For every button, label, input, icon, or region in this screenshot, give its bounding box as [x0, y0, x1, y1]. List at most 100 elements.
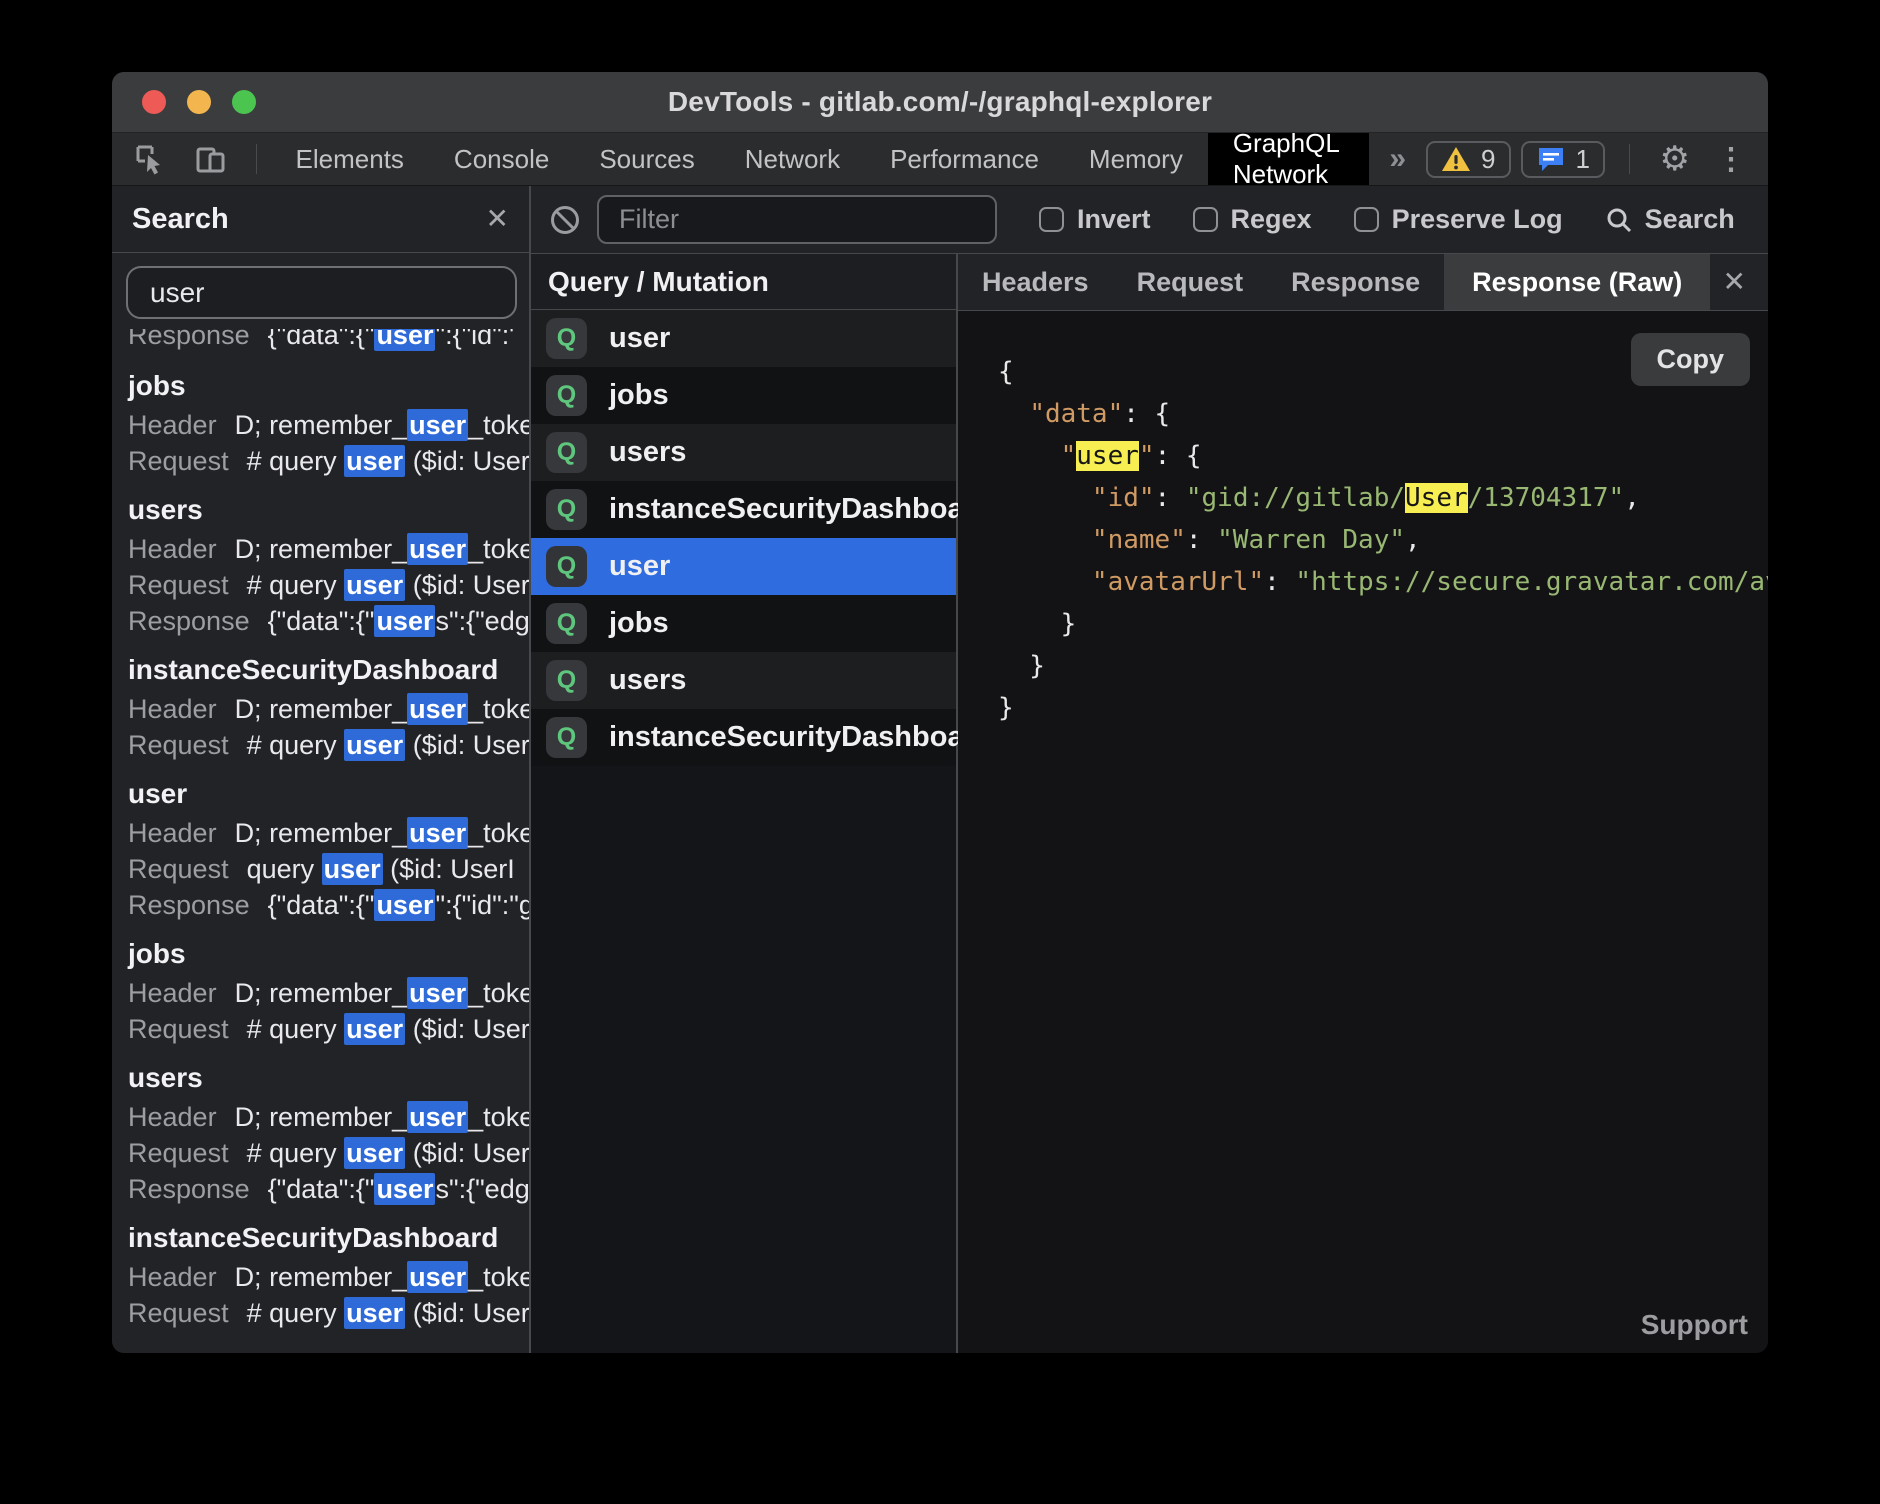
tab-response-raw[interactable]: Response (Raw): [1444, 254, 1710, 310]
more-tabs-button[interactable]: »: [1369, 133, 1426, 185]
tab-network[interactable]: Network: [720, 133, 865, 185]
device-toolbar-button[interactable]: [180, 133, 242, 185]
result-line-label: Request: [128, 1014, 229, 1044]
checkbox-box[interactable]: [1039, 207, 1064, 232]
result-line-request[interactable]: Request# query user ($id: UserI: [128, 1295, 513, 1331]
search-result-group[interactable]: jobsHeaderD; remember_user_token=eReques…: [128, 937, 513, 1047]
details-tabs: HeadersRequestResponse: [958, 254, 1444, 310]
result-line-request[interactable]: Request# query user ($id: UserI: [128, 1135, 513, 1171]
devtools-tab-strip: ElementsConsoleSourcesNetworkPerformance…: [112, 133, 1768, 186]
json-token: [998, 567, 1092, 597]
messages-badge[interactable]: 1: [1521, 141, 1605, 178]
copy-button[interactable]: Copy: [1631, 333, 1751, 386]
highlighted-match: user: [344, 1137, 405, 1169]
tab-response[interactable]: Response: [1267, 254, 1444, 310]
result-line-response[interactable]: Response{"data":{"users":{"edges: [128, 1171, 513, 1207]
network-toolbar: Invert Regex Preserve Log Search: [531, 186, 1768, 254]
tab-headers[interactable]: Headers: [958, 254, 1113, 310]
query-type-badge: Q: [546, 489, 587, 530]
search-result-group[interactable]: instanceSecurityDashboardHeaderD; rememb…: [128, 1221, 513, 1331]
clear-requests-button[interactable]: [549, 204, 581, 236]
search-result-group[interactable]: instanceSecurityDashboardHeaderD; rememb…: [128, 653, 513, 763]
json-token: : {: [1123, 399, 1170, 429]
inspect-element-button[interactable]: [112, 133, 180, 185]
tab-memory[interactable]: Memory: [1064, 133, 1208, 185]
result-text: _token=e: [468, 1102, 529, 1132]
result-line-header[interactable]: HeaderD; remember_user_token=e: [128, 815, 513, 851]
json-token: [998, 441, 1061, 471]
result-line-response[interactable]: Response{"data":{"user":{"id":"gid: [128, 329, 513, 353]
checkbox-preserve-log[interactable]: Preserve Log: [1354, 204, 1563, 235]
tab-sources[interactable]: Sources: [574, 133, 719, 185]
json-token: }: [998, 609, 1076, 639]
search-result-group[interactable]: jobsHeaderD; remember_user_token=eReques…: [128, 369, 513, 479]
search-input[interactable]: [126, 266, 517, 319]
highlighted-match: user: [374, 1173, 435, 1205]
json-token: "Warren Day": [1217, 525, 1405, 555]
checkbox-box[interactable]: [1193, 207, 1218, 232]
search-result-group[interactable]: user HeaderD; remember_user_token=eReques…: [128, 777, 513, 923]
zoom-window-button[interactable]: [232, 90, 256, 114]
query-row-users[interactable]: Qusers: [531, 424, 956, 481]
json-token: [998, 483, 1092, 513]
close-search-panel-icon[interactable]: ✕: [486, 205, 509, 233]
search-panel: Search ✕ Response{"data":{"user":{"id":"…: [112, 186, 531, 1353]
minimize-window-button[interactable]: [187, 90, 211, 114]
result-line-response[interactable]: Response{"data":{"users":{"edges: [128, 603, 513, 639]
json-token: :: [1186, 525, 1217, 555]
result-line-request[interactable]: Request# query user ($id: UserI: [128, 443, 513, 479]
result-text: ":{"id":"gid: [435, 890, 529, 920]
tab-graphql-network[interactable]: GraphQL Network: [1208, 133, 1370, 185]
toolbar-checkboxes: Invert Regex Preserve Log: [997, 204, 1563, 235]
warnings-badge[interactable]: 9: [1426, 141, 1510, 178]
query-row-user[interactable]: Quser: [531, 310, 956, 367]
query-row-users[interactable]: Qusers: [531, 652, 956, 709]
support-link[interactable]: Support: [1641, 1309, 1748, 1341]
kebab-menu-button[interactable]: ⋮: [1706, 133, 1768, 185]
highlighted-match: user: [374, 889, 435, 921]
result-line-header[interactable]: HeaderD; remember_user_token=e: [128, 691, 513, 727]
checkbox-box[interactable]: [1354, 207, 1379, 232]
search-result-group[interactable]: usersHeaderD; remember_user_token=eReque…: [128, 493, 513, 639]
result-line-request[interactable]: Requestquery user ($id: UserI: [128, 851, 513, 887]
tab-request[interactable]: Request: [1113, 254, 1268, 310]
query-row-jobs[interactable]: Qjobs: [531, 367, 956, 424]
query-row-label: jobs: [609, 607, 669, 640]
result-line-request[interactable]: Request# query user ($id: UserI: [128, 567, 513, 603]
result-line-header[interactable]: HeaderD; remember_user_token=e: [128, 531, 513, 567]
result-line-response[interactable]: Response{"data":{"user":{"id":"gid: [128, 887, 513, 923]
result-line-request[interactable]: Request# query user ($id: UserI: [128, 727, 513, 763]
query-row-user[interactable]: Quser: [531, 538, 956, 595]
tab-performance[interactable]: Performance: [865, 133, 1064, 185]
settings-gear-button[interactable]: ⚙: [1644, 133, 1706, 185]
checkbox-invert[interactable]: Invert: [1039, 204, 1151, 235]
warnings-count: 9: [1481, 144, 1495, 175]
tab-console[interactable]: Console: [429, 133, 574, 185]
search-panel-header: Search ✕: [112, 186, 529, 253]
close-window-button[interactable]: [142, 90, 166, 114]
result-text: D; remember_: [235, 818, 408, 848]
query-row-jobs[interactable]: Qjobs: [531, 595, 956, 652]
search-result-group[interactable]: users HeaderD; remember_user_token=eReque…: [128, 1061, 513, 1207]
checkbox-regex[interactable]: Regex: [1193, 204, 1312, 235]
result-text: _token=e: [468, 978, 529, 1008]
close-details-icon[interactable]: ✕: [1723, 268, 1768, 296]
result-line-header[interactable]: HeaderD; remember_user_token=e: [128, 407, 513, 443]
highlighted-match: user: [407, 409, 468, 441]
result-group-title: users: [128, 1061, 513, 1095]
query-row-instanceSecurityDashboard[interactable]: QinstanceSecurityDashboard: [531, 481, 956, 538]
toolbar-search[interactable]: Search: [1605, 204, 1735, 235]
json-token: "name": [1092, 525, 1186, 555]
result-text: _token=e: [468, 818, 529, 848]
filter-input[interactable]: [597, 195, 997, 244]
result-line-header[interactable]: HeaderD; remember_user_token=e: [128, 975, 513, 1011]
result-text: ($id: UserI: [405, 1014, 529, 1044]
result-line-header[interactable]: HeaderD; remember_user_token=e: [128, 1099, 513, 1135]
result-text: s":{"edges: [435, 606, 529, 636]
highlighted-match: user: [407, 693, 468, 725]
result-line-label: Header: [128, 694, 217, 724]
result-line-header[interactable]: HeaderD; remember_user_token=e: [128, 1259, 513, 1295]
query-row-instanceSecurityDashboard[interactable]: QinstanceSecurityDashboard: [531, 709, 956, 766]
tab-elements[interactable]: Elements: [271, 133, 429, 185]
result-line-request[interactable]: Request# query user ($id: UserI: [128, 1011, 513, 1047]
